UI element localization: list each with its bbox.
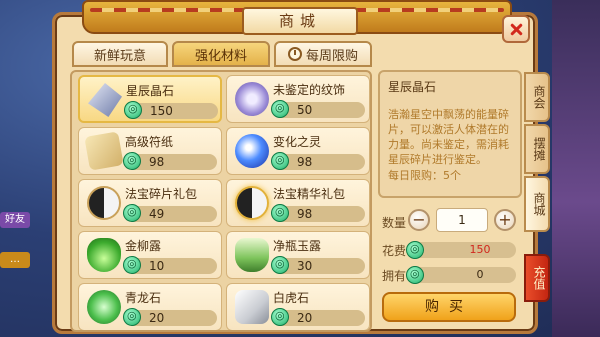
coin-icon bbox=[271, 308, 289, 326]
item-price: 10 bbox=[149, 259, 165, 273]
background-scenery bbox=[552, 0, 600, 337]
price-bar: 150 bbox=[124, 101, 218, 119]
item-price: 98 bbox=[297, 207, 313, 221]
quantity-decrease-button[interactable]: − bbox=[408, 209, 430, 231]
item-card-talisman-paper[interactable]: 高级符纸 98 bbox=[78, 127, 222, 175]
item-card-star-crystal[interactable]: 星辰晶石 150 bbox=[78, 75, 222, 123]
item-price: 98 bbox=[149, 155, 165, 169]
yinyang-gold-icon bbox=[235, 186, 269, 220]
price-bar: 98 bbox=[271, 204, 365, 222]
item-name: 星辰晶石 bbox=[126, 84, 175, 98]
price-bar: 50 bbox=[271, 100, 365, 118]
side-tab-recharge[interactable]: 充值 bbox=[524, 254, 550, 302]
item-name: 变化之灵 bbox=[273, 135, 322, 149]
tab-label: 新鲜玩意 bbox=[93, 48, 146, 64]
tab-label: 每周限购 bbox=[305, 48, 358, 64]
coin-icon bbox=[271, 204, 289, 222]
jade-bottle-icon bbox=[235, 238, 269, 272]
item-price: 150 bbox=[150, 104, 173, 118]
tab-enhance-materials[interactable]: 强化材料 bbox=[172, 41, 270, 67]
clock-icon bbox=[287, 47, 302, 61]
item-price: 20 bbox=[297, 311, 313, 325]
item-name: 法宝精华礼包 bbox=[273, 187, 346, 201]
price-bar: 20 bbox=[271, 308, 365, 326]
cost-bar: 150 bbox=[406, 241, 516, 259]
item-name: 白虎石 bbox=[273, 291, 310, 305]
item-price: 98 bbox=[297, 155, 313, 169]
item-grid: 星辰晶石 150 未鉴定的纹饰 50 高级符纸 98 变化之灵 98 法宝碎片礼… bbox=[70, 70, 372, 332]
cost-value: 150 bbox=[469, 243, 491, 256]
coin-icon bbox=[123, 308, 141, 326]
item-card-treasure-essence-pack[interactable]: 法宝精华礼包 98 bbox=[226, 179, 370, 227]
price-bar: 20 bbox=[123, 308, 217, 326]
coin-icon bbox=[406, 266, 424, 284]
item-card-treasure-fragment-pack[interactable]: 法宝碎片礼包 49 bbox=[78, 179, 222, 227]
buy-button[interactable]: 购买 bbox=[382, 292, 516, 322]
quantity-field[interactable]: 1 bbox=[436, 208, 488, 232]
item-card-transform-spirit[interactable]: 变化之灵 98 bbox=[226, 127, 370, 175]
detail-purchase-limit: 每日限购：5个 bbox=[388, 169, 461, 182]
owned-label: 拥有 bbox=[382, 269, 407, 283]
coin-icon bbox=[123, 256, 141, 274]
coin-icon bbox=[271, 100, 289, 118]
price-bar: 10 bbox=[123, 256, 217, 274]
price-bar: 49 bbox=[123, 204, 217, 222]
item-name: 高级符纸 bbox=[125, 135, 174, 149]
white-tiger-stone-icon bbox=[235, 290, 269, 324]
ornament-icon bbox=[235, 82, 269, 116]
item-card-azure-dragon-stone[interactable]: 青龙石 20 bbox=[78, 283, 222, 330]
item-name: 金柳露 bbox=[125, 239, 162, 253]
item-name: 青龙石 bbox=[125, 291, 162, 305]
item-card-jade-bottle-dew[interactable]: 净瓶玉露 30 bbox=[226, 231, 370, 279]
chat-icon[interactable]: … bbox=[0, 252, 30, 268]
coin-icon bbox=[271, 256, 289, 274]
item-card-ornament[interactable]: 未鉴定的纹饰 50 bbox=[226, 75, 370, 123]
price-bar: 30 bbox=[271, 256, 365, 274]
owned-value: 0 bbox=[476, 268, 484, 281]
owned-bar: 0 bbox=[406, 266, 516, 284]
spirit-orb-icon bbox=[235, 134, 269, 168]
price-bar: 98 bbox=[271, 152, 365, 170]
item-name: 净瓶玉露 bbox=[273, 239, 322, 253]
item-detail-panel: 星辰晶石 浩瀚星空中飘荡的能量碎片，可以激活人体潜在的力量。尚未鉴定，需消耗星辰… bbox=[378, 70, 522, 332]
cost-label: 花费 bbox=[382, 244, 407, 258]
side-tab-trade-association[interactable]: 商会 bbox=[524, 72, 550, 122]
coin-icon bbox=[271, 152, 289, 170]
item-price: 50 bbox=[297, 103, 313, 117]
item-name: 未鉴定的纹饰 bbox=[273, 83, 346, 97]
talisman-paper-icon bbox=[84, 131, 124, 171]
background-chat-area: 好友 … bbox=[0, 200, 48, 337]
quantity-increase-button[interactable]: + bbox=[494, 209, 516, 231]
green-elixir-icon bbox=[87, 238, 121, 272]
tab-label: 强化材料 bbox=[194, 48, 247, 64]
item-price: 30 bbox=[297, 259, 313, 273]
item-name: 法宝碎片礼包 bbox=[125, 187, 198, 201]
price-bar: 98 bbox=[123, 152, 217, 170]
detail-title: 星辰晶石 bbox=[388, 80, 437, 94]
azure-dragon-stone-icon bbox=[87, 290, 121, 324]
side-tab-mall[interactable]: 商城 bbox=[524, 176, 550, 232]
item-price: 20 bbox=[149, 311, 165, 325]
window-title: 商城 bbox=[242, 7, 358, 35]
item-card-golden-willow-dew[interactable]: 金柳露 10 bbox=[78, 231, 222, 279]
side-tab-stall[interactable]: 摆摊 bbox=[524, 124, 550, 174]
close-button[interactable] bbox=[502, 15, 530, 43]
item-card-white-tiger-stone[interactable]: 白虎石 20 bbox=[226, 283, 370, 330]
coin-icon bbox=[406, 241, 424, 259]
item-description-box: 星辰晶石 浩瀚星空中飘荡的能量碎片，可以激活人体潜在的力量。尚未鉴定，需消耗星辰… bbox=[378, 70, 522, 198]
coin-icon bbox=[124, 101, 142, 119]
tab-weekly-limit[interactable]: 每周限购 bbox=[274, 41, 372, 67]
quantity-label: 数量 bbox=[382, 216, 407, 230]
coin-icon bbox=[123, 204, 141, 222]
yinyang-icon bbox=[87, 186, 121, 220]
tab-new-items[interactable]: 新鲜玩意 bbox=[72, 41, 168, 67]
crystal-icon bbox=[88, 83, 122, 117]
detail-description: 浩瀚星空中飘荡的能量碎片，可以激活人体潜在的力量。尚未鉴定，需消耗星辰碎片进行鉴… bbox=[388, 108, 509, 166]
item-price: 49 bbox=[149, 207, 165, 221]
coin-icon bbox=[123, 152, 141, 170]
friends-badge[interactable]: 好友 bbox=[0, 212, 30, 228]
